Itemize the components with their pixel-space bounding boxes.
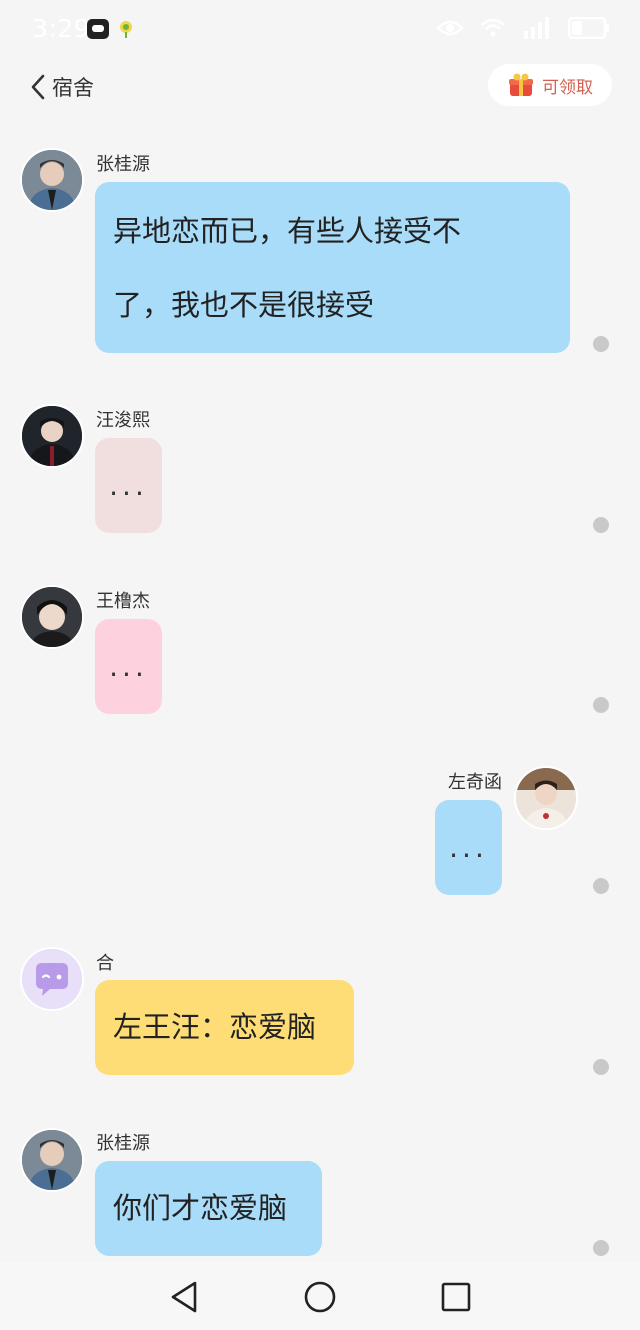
avatar[interactable] [20, 404, 84, 468]
read-indicator [593, 1240, 609, 1256]
gift-icon [509, 73, 533, 96]
message-text: 左王汪：恋爱脑 [113, 1010, 317, 1044]
battery-icon [567, 16, 610, 43]
wifi-icon [480, 17, 506, 43]
system-nav-bar [0, 1262, 640, 1330]
message-text: 你们才恋爱脑 [113, 1191, 288, 1225]
recents-square-icon[interactable] [440, 1280, 472, 1318]
message-text: 了，我也不是很接受 [113, 288, 375, 322]
read-indicator [593, 336, 609, 352]
message-bubble[interactable]: ... [95, 619, 162, 714]
typing-dots: ... [449, 830, 488, 864]
typing-dots: ... [109, 649, 148, 683]
sender-name: 左奇函 [448, 772, 502, 793]
read-indicator [593, 1059, 609, 1075]
signal-icon [522, 17, 552, 43]
claim-reward-button[interactable]: 可领取 [488, 64, 612, 106]
sender-name: 合 [96, 953, 114, 974]
back-button[interactable]: 宿舍 [30, 70, 94, 104]
home-circle-icon[interactable] [303, 1280, 337, 1318]
typing-dots: ... [109, 468, 148, 502]
chevron-left-icon [31, 74, 45, 100]
sender-name: 张桂源 [96, 154, 150, 175]
avatar[interactable] [20, 148, 84, 212]
message-bubble[interactable]: 左王汪：恋爱脑 [95, 980, 354, 1075]
avatar[interactable] [514, 766, 578, 830]
avatar[interactable] [20, 947, 84, 1011]
message-text: 异地恋而已，有些人接受不 [113, 214, 462, 248]
read-indicator [593, 697, 609, 713]
message-bubble[interactable]: ... [435, 800, 502, 895]
notification-app-icon [87, 19, 109, 39]
claim-label: 可领取 [542, 77, 593, 98]
chat-title: 宿舍 [52, 76, 94, 100]
status-bar: 3:29 [0, 0, 640, 60]
sender-name: 张桂源 [96, 1133, 150, 1154]
avatar[interactable] [20, 1128, 84, 1192]
avatar[interactable] [20, 585, 84, 649]
chat-header: 宿舍 可领取 [0, 60, 640, 116]
sender-name: 汪浚熙 [96, 410, 150, 431]
message-bubble[interactable]: 异地恋而已，有些人接受不 了，我也不是很接受 [95, 182, 570, 353]
read-indicator [593, 878, 609, 894]
back-triangle-icon[interactable] [168, 1280, 200, 1318]
read-indicator [593, 517, 609, 533]
eye-icon [436, 18, 464, 42]
message-bubble[interactable]: ... [95, 438, 162, 533]
message-bubble[interactable]: 你们才恋爱脑 [95, 1161, 322, 1256]
status-time: 3:29 [32, 14, 91, 43]
sender-name: 王橹杰 [96, 591, 150, 612]
notification-app-icon [116, 19, 136, 39]
